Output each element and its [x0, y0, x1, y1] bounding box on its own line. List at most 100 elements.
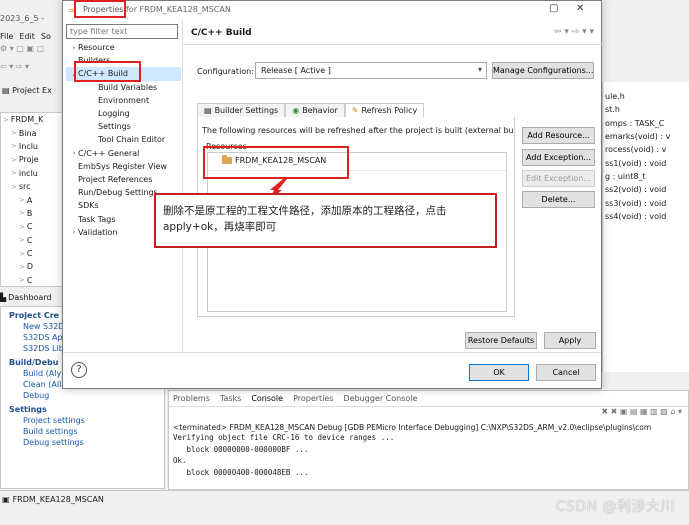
tree-item-label: FRDM_K	[10, 115, 44, 125]
outline-item[interactable]: ss2(void) : void	[603, 183, 689, 196]
tree-item-label: Proje	[18, 155, 39, 165]
console-line: Verifying object file CRC-16 to device r…	[173, 433, 395, 442]
chevron-right-icon: >	[3, 115, 9, 124]
maximize-button[interactable]: ▢	[549, 3, 558, 14]
outline-item[interactable]: ss1(void) : void	[603, 156, 689, 169]
ide-toolbar[interactable]: ⚙ ▾ ▢ ▣ ▢	[0, 44, 70, 58]
outline-item[interactable]: emarks(void) : v	[603, 130, 689, 143]
outline-item[interactable]: g : uint8_t	[603, 170, 689, 183]
outline-item[interactable]: omps : TASK_C	[603, 117, 689, 130]
tree-item[interactable]: > A	[1, 193, 64, 206]
tree-item[interactable]: > Inclu	[1, 140, 64, 153]
refresh-description: The following resources will be refreshe…	[202, 126, 514, 135]
tree-item[interactable]: > C	[1, 247, 64, 260]
console-toolbar[interactable]: ✖ ✖ ▣ ▤ ▦ ▥ ▧ ⌂ ▾	[169, 407, 688, 423]
add-resource-button[interactable]: Add Resource...	[522, 127, 595, 144]
tree-item[interactable]: > B	[1, 207, 64, 220]
menu-source[interactable]: So	[41, 32, 51, 41]
tree-item[interactable]: > Bina	[1, 126, 64, 139]
chevron-right-icon: >	[19, 209, 25, 218]
status-project: ▣ FRDM_KEA128_MSCAN	[2, 495, 104, 504]
ok-button[interactable]: OK	[469, 364, 529, 381]
tree-item-label: C	[26, 222, 33, 232]
nav-item-label: Tool Chain Editor	[98, 135, 166, 145]
tree-item-label: Inclu	[18, 141, 38, 151]
add-exception-button[interactable]: Add Exception...	[522, 149, 595, 166]
dashboard-tab[interactable]: ▙ Dashboard	[0, 290, 65, 304]
dashboard-link[interactable]: Build settings	[1, 426, 164, 437]
dashboard-link[interactable]: Debug settings	[1, 437, 164, 448]
filter-input[interactable]: type filter text	[66, 24, 178, 39]
close-button[interactable]: ✕	[576, 3, 584, 14]
nav-item[interactable]: › C/C++ General	[66, 147, 181, 160]
tree-item[interactable]: > C	[1, 234, 64, 247]
history-nav-icons[interactable]: ⇦ ▾ ⇨ ▾ ▾	[554, 27, 594, 37]
tree-item[interactable]: > src	[1, 180, 64, 193]
nav-item-label: SDKs	[78, 201, 99, 211]
console-tab[interactable]: Debugger Console	[344, 394, 418, 403]
outline-item[interactable]: st.h	[603, 103, 689, 116]
configuration-select[interactable]: Release [ Active ] ▾	[255, 62, 487, 79]
tree-item[interactable]: > C	[1, 274, 64, 287]
nav-item[interactable]: EmbSys Register View	[66, 160, 181, 173]
dashboard-link[interactable]: Debug	[1, 390, 164, 401]
highlight-cc-build	[74, 61, 141, 82]
tree-item[interactable]: > Proje	[1, 153, 64, 166]
tab-label: Builder Settings	[214, 106, 279, 115]
outline-item[interactable]: ss4(void) : void	[603, 210, 689, 223]
help-icon[interactable]: ?	[71, 362, 87, 378]
nav-item[interactable]: Logging	[66, 107, 181, 120]
tab-refresh-policy[interactable]: ✎ Refresh Policy	[344, 103, 425, 118]
console-tab[interactable]: Tasks	[220, 394, 241, 403]
outline-item[interactable]: ss3(void) : void	[603, 196, 689, 209]
dialog-title-suffix: for FRDM_KEA128_MSCAN	[125, 5, 231, 14]
apply-button[interactable]: Apply	[544, 332, 596, 349]
tab-builder-settings[interactable]: ▤ Builder Settings	[197, 103, 286, 118]
tree-item-label: inclu	[18, 168, 38, 178]
nav-item[interactable]: Settings	[66, 120, 181, 133]
project-tree: > FRDM_K > Bina > Inclu > Proje > inclu > src > A > B > C…	[0, 112, 65, 287]
chevron-right-icon: ›	[72, 149, 76, 158]
chevron-right-icon: >	[11, 155, 17, 164]
chevron-right-icon: >	[19, 276, 25, 285]
project-explorer-tab[interactable]: ▤ Project Ex	[2, 86, 52, 95]
nav-item[interactable]: Environment	[66, 94, 181, 107]
builder-icon: ▤	[204, 106, 212, 115]
nav-item-label: Validation	[78, 227, 118, 237]
outline-item[interactable]: rocess(void) : v	[603, 143, 689, 156]
outline-item[interactable]: ule.h	[603, 90, 689, 103]
ide-toolbar-2[interactable]: ⇦ ▾ ⇨ ▾	[0, 62, 70, 76]
tree-item[interactable]: > inclu	[1, 167, 64, 180]
nav-item[interactable]: Tool Chain Editor	[66, 133, 181, 146]
nav-item[interactable]: Project References	[66, 173, 181, 186]
manage-configurations-button[interactable]: Manage Configurations...	[492, 62, 594, 79]
dashboard-link[interactable]: Project settings	[1, 415, 164, 426]
dashboard-section-title[interactable]: Settings	[1, 401, 164, 415]
console-tab[interactable]: Problems	[173, 394, 210, 403]
status-project-label: FRDM_KEA128_MSCAN	[12, 495, 104, 504]
console-line: Ok.	[173, 456, 187, 465]
menu-file[interactable]: File	[0, 32, 13, 41]
tree-item-label: C	[26, 249, 33, 259]
dashboard-label: Dashboard	[8, 292, 52, 302]
tree-item[interactable]: > FRDM_K	[1, 113, 64, 126]
tree-item[interactable]: > C	[1, 220, 64, 233]
highlight-resource-item	[203, 146, 349, 179]
edit-exception-button[interactable]: Edit Exception...	[522, 170, 595, 187]
cancel-button[interactable]: Cancel	[536, 364, 596, 381]
nav-item[interactable]: › Resource	[66, 41, 181, 54]
menu-edit[interactable]: Edit	[19, 32, 35, 41]
delete-button[interactable]: Delete...	[522, 191, 595, 208]
nav-item[interactable]: Build Variables	[66, 81, 181, 94]
title-separator	[183, 44, 602, 45]
chevron-right-icon: ›	[72, 228, 76, 237]
tree-item[interactable]: > D	[1, 260, 64, 273]
console-tab[interactable]: Properties	[293, 394, 333, 403]
console-tab[interactable]: Console	[251, 394, 284, 403]
project-icon: ▣	[2, 495, 10, 504]
configuration-value: Release [ Active ]	[261, 66, 331, 75]
tab-behavior[interactable]: ◉ Behavior	[285, 103, 345, 118]
restore-defaults-button[interactable]: Restore Defaults	[465, 332, 537, 349]
tree-item-label: C	[26, 235, 33, 245]
chevron-down-icon: ▾	[477, 65, 482, 74]
